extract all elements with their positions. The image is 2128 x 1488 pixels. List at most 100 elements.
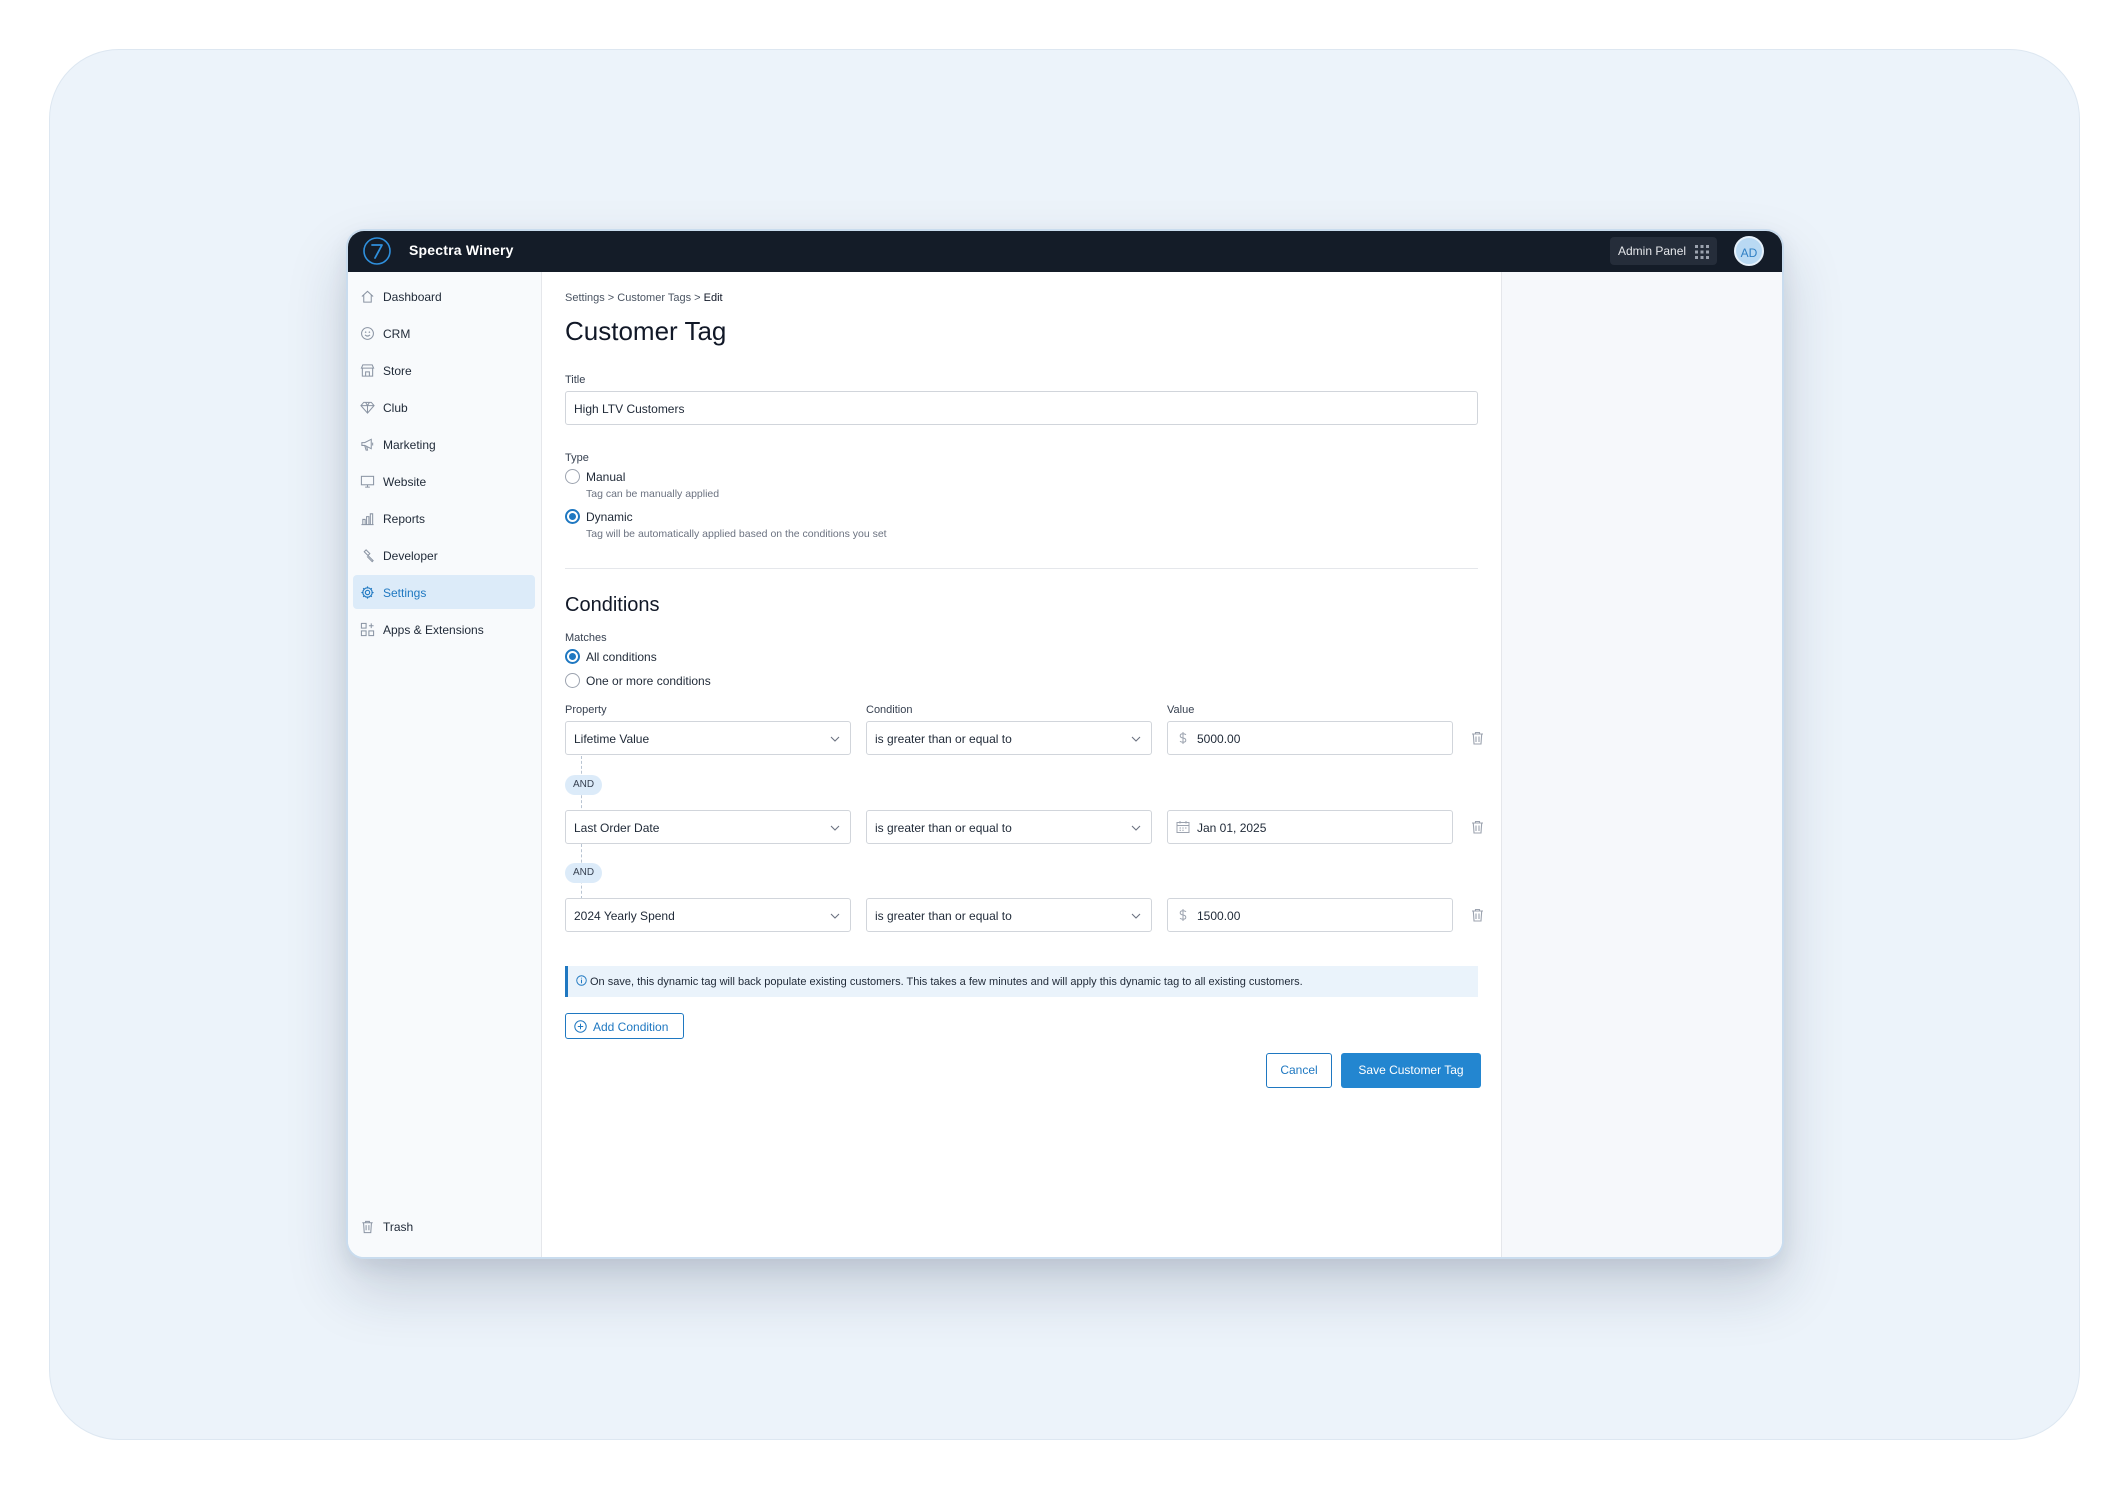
condition-select[interactable]: is greater than or equal to <box>866 898 1152 932</box>
matches-all-radio[interactable] <box>565 649 580 664</box>
chevron-down-icon <box>1131 736 1141 742</box>
sidebar-item-apps-extensions[interactable]: Apps & Extensions <box>353 612 535 646</box>
smiley-icon <box>361 327 374 340</box>
hammer-icon <box>363 549 374 563</box>
sidebar-item-label: Trash <box>383 1220 414 1234</box>
store-icon <box>360 364 375 377</box>
sidebar: Dashboard CRM Store Club Marketing Websi… <box>348 272 542 1257</box>
cancel-button[interactable]: Cancel <box>1266 1053 1332 1088</box>
admin-panel-label: Admin Panel <box>1618 244 1687 258</box>
type-manual-radio[interactable] <box>565 469 580 484</box>
gear-icon <box>361 586 374 599</box>
type-label: Type <box>565 452 589 464</box>
add-condition-label: Add Condition <box>593 1020 669 1034</box>
value-input[interactable]: 5000.00 <box>1167 721 1453 755</box>
chevron-down-icon <box>830 913 840 919</box>
page-title: Customer Tag <box>565 316 727 346</box>
value-input-text: Jan 01, 2025 <box>1197 821 1267 835</box>
matches-label: Matches <box>565 632 607 644</box>
sidebar-item-label: Website <box>383 475 427 489</box>
apps-grid-icon <box>1695 245 1709 259</box>
sidebar-item-label: Marketing <box>383 438 436 452</box>
monitor-icon <box>360 475 375 488</box>
column-header-property: Property <box>565 704 607 716</box>
sidebar-item-label: CRM <box>383 327 411 341</box>
sidebar-item-developer[interactable]: Developer <box>353 538 535 572</box>
user-avatar[interactable]: AD <box>1734 236 1764 266</box>
sidebar-item-label: Reports <box>383 512 426 526</box>
sidebar-item-label: Club <box>383 401 408 415</box>
sidebar-item-marketing[interactable]: Marketing <box>353 427 535 461</box>
home-icon <box>361 290 374 303</box>
delete-condition-icon[interactable] <box>1471 731 1484 745</box>
matches-all-label: All conditions <box>586 650 657 664</box>
brand-logo-icon[interactable] <box>362 236 392 266</box>
info-icon <box>576 975 587 986</box>
notice-text: On save, this dynamic tag will back popu… <box>590 976 1303 988</box>
value-input[interactable]: 1500.00 <box>1167 898 1453 932</box>
conditions-heading: Conditions <box>565 594 660 616</box>
and-badge: AND <box>565 775 602 795</box>
column-header-value: Value <box>1167 704 1195 716</box>
property-select-value: Last Order Date <box>574 821 660 835</box>
value-input-text: 1500.00 <box>1197 909 1241 923</box>
chevron-down-icon <box>1131 913 1141 919</box>
diamond-icon <box>360 401 375 414</box>
sidebar-item-store[interactable]: Store <box>353 353 535 387</box>
sidebar-item-label: Store <box>383 364 412 378</box>
property-select[interactable]: Lifetime Value <box>565 721 851 755</box>
app-window: Spectra Winery Admin Panel AD Dashboard … <box>346 229 1784 1259</box>
trash-icon <box>362 1220 373 1234</box>
property-select[interactable]: Last Order Date <box>565 810 851 844</box>
sidebar-item-label: Apps & Extensions <box>383 623 484 637</box>
column-header-condition: Condition <box>866 704 913 716</box>
sidebar-item-website[interactable]: Website <box>353 464 535 498</box>
sidebar-item-settings[interactable]: Settings <box>353 575 535 609</box>
title-input[interactable]: High LTV Customers <box>565 391 1478 425</box>
sidebar-item-reports[interactable]: Reports <box>353 501 535 535</box>
sidebar-item-club[interactable]: Club <box>353 390 535 424</box>
chevron-down-icon <box>1131 825 1141 831</box>
save-customer-tag-button[interactable]: Save Customer Tag <box>1341 1053 1481 1088</box>
value-date-input[interactable]: Jan 01, 2025 <box>1167 810 1453 844</box>
value-input-text: 5000.00 <box>1197 732 1241 746</box>
type-dynamic-label: Dynamic <box>586 510 633 524</box>
dollar-icon <box>1179 909 1187 921</box>
top-bar: Spectra Winery Admin Panel AD <box>348 231 1782 272</box>
sidebar-item-label: Developer <box>383 549 438 563</box>
title-label: Title <box>565 374 586 386</box>
property-select[interactable]: 2024 Yearly Spend <box>565 898 851 932</box>
condition-select[interactable]: is greater than or equal to <box>866 721 1152 755</box>
type-manual-help: Tag can be manually applied <box>586 488 720 500</box>
backfill-notice: On save, this dynamic tag will back popu… <box>565 966 1478 997</box>
breadcrumb-current: Edit <box>703 292 723 304</box>
section-divider <box>565 568 1478 569</box>
sidebar-item-crm[interactable]: CRM <box>353 316 535 350</box>
chevron-down-icon <box>830 825 840 831</box>
condition-select[interactable]: is greater than or equal to <box>866 810 1152 844</box>
breadcrumb-settings[interactable]: Settings > <box>565 292 614 304</box>
condition-select-value: is greater than or equal to <box>875 909 1012 923</box>
bar-chart-icon <box>361 513 374 526</box>
megaphone-icon <box>361 438 374 451</box>
delete-condition-icon[interactable] <box>1471 820 1484 834</box>
type-dynamic-radio[interactable] <box>565 509 580 524</box>
breadcrumb-customer-tags[interactable]: Customer Tags > <box>617 292 700 304</box>
add-condition-button[interactable]: Add Condition <box>565 1013 684 1039</box>
matches-any-radio[interactable] <box>565 673 580 688</box>
matches-any-label: One or more conditions <box>586 674 711 688</box>
brand-name: Spectra Winery <box>409 242 514 258</box>
chevron-down-icon <box>830 736 840 742</box>
delete-condition-icon[interactable] <box>1471 908 1484 922</box>
apps-icon <box>360 622 375 637</box>
breadcrumb: Settings > Customer Tags > Edit <box>565 292 723 304</box>
property-select-value: Lifetime Value <box>574 732 650 746</box>
sidebar-item-dashboard[interactable]: Dashboard <box>353 279 535 313</box>
plus-circle-icon <box>574 1020 587 1033</box>
type-dynamic-help: Tag will be automatically applied based … <box>586 528 887 540</box>
right-panel <box>1501 272 1782 1257</box>
property-select-value: 2024 Yearly Spend <box>574 909 675 923</box>
admin-panel-button[interactable]: Admin Panel <box>1610 237 1717 265</box>
sidebar-item-trash[interactable]: Trash <box>353 1209 535 1243</box>
condition-select-value: is greater than or equal to <box>875 821 1012 835</box>
